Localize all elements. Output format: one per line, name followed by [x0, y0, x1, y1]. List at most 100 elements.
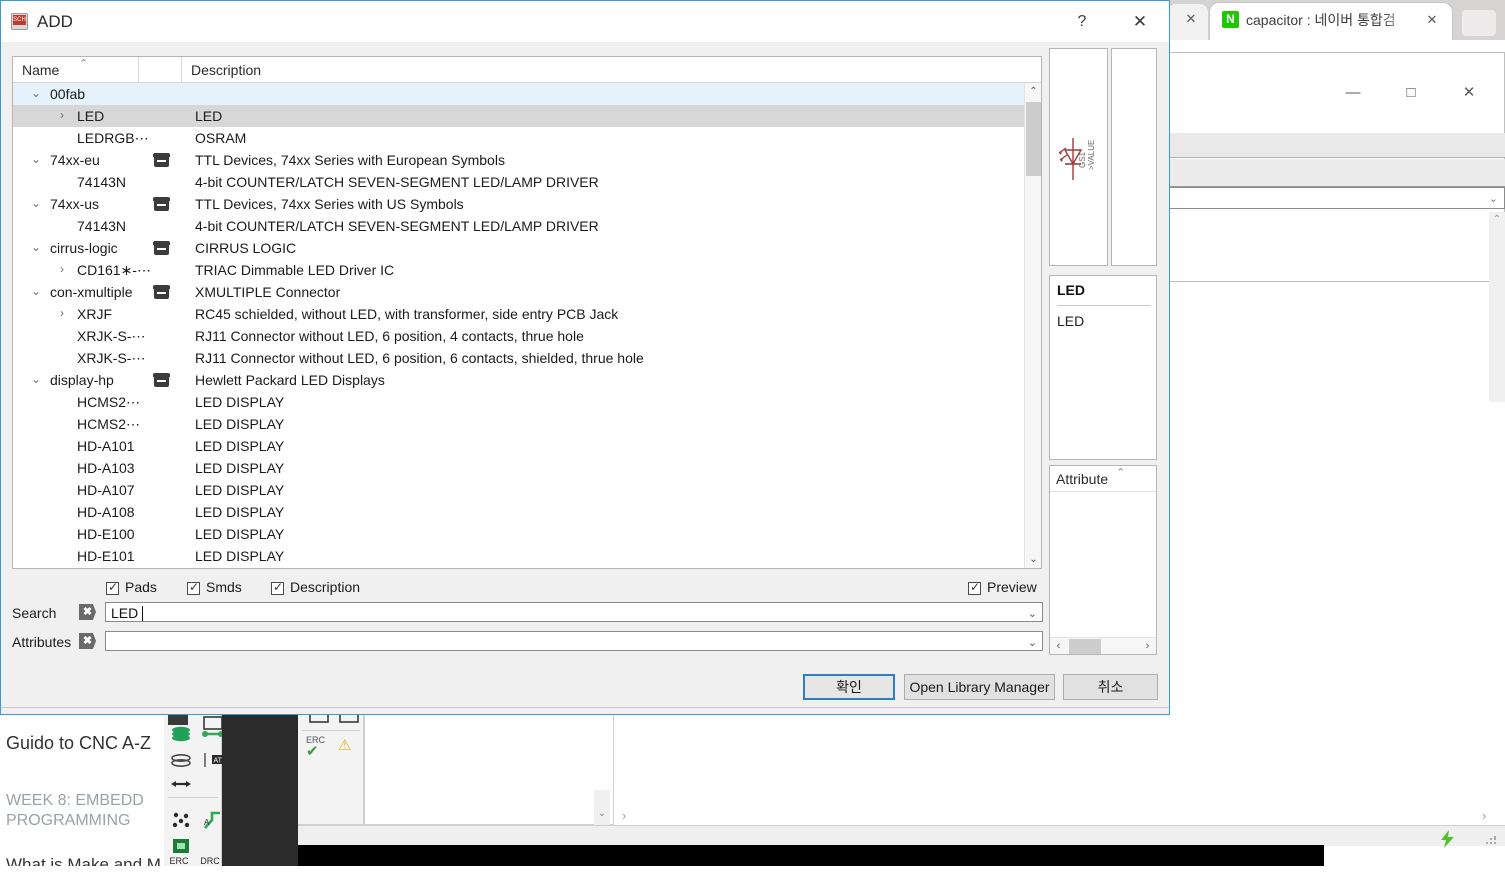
tree-item-description: OSRAM [195, 130, 246, 146]
ok-button[interactable]: 확인 [803, 674, 895, 700]
table-row[interactable]: ›XRJFRC45 schielded, without LED, with t… [13, 303, 1025, 325]
chevron-up-icon[interactable]: ⌃ [1025, 83, 1042, 100]
clear-attributes-button[interactable]: ✖ [79, 633, 96, 649]
cancel-button[interactable]: 취소 [1063, 674, 1158, 700]
background-subheading-2: PROGRAMMING [6, 812, 130, 830]
tree-item-name: HD-E100 [77, 526, 135, 542]
table-row[interactable]: LEDRGB⋯OSRAM [13, 127, 1025, 149]
chevron-down-icon[interactable]: ⌄ [29, 196, 43, 210]
scrollbar-thumb[interactable] [1026, 102, 1041, 176]
resize-grip-icon[interactable] [1486, 836, 1498, 846]
attributes-input[interactable]: ⌄ [105, 631, 1043, 651]
chevron-down-icon[interactable]: ⌄ [1025, 551, 1042, 568]
pads-checkbox[interactable] [106, 582, 119, 595]
clear-search-button[interactable]: ✖ [79, 604, 96, 620]
table-row[interactable]: XRJK-S-⋯RJ11 Connector without LED, 6 po… [13, 325, 1025, 347]
table-row[interactable]: ⌄display-hpHewlett Packard LED Displays [13, 369, 1025, 391]
table-row[interactable]: ⌄00fab [13, 83, 1025, 105]
chevron-right-icon[interactable]: › [55, 262, 69, 276]
table-row[interactable]: HD-A108LED DISPLAY [13, 501, 1025, 523]
table-row[interactable]: XRJK-S-⋯RJ11 Connector without LED, 6 po… [13, 347, 1025, 369]
editor-canvas-left[interactable] [364, 712, 614, 825]
close-icon[interactable]: ✕ [1424, 12, 1440, 28]
table-row[interactable]: 74143N4-bit COUNTER/LATCH SEVEN-SEGMENT … [13, 215, 1025, 237]
table-row[interactable]: ›LEDLED [13, 105, 1025, 127]
scrollbar-thumb[interactable] [1069, 639, 1101, 654]
chevron-right-icon[interactable]: › [1482, 808, 1486, 823]
chevron-right-icon[interactable]: › [55, 108, 69, 122]
column-header-icon[interactable] [139, 57, 182, 82]
chevron-right-icon[interactable]: › [1139, 638, 1156, 655]
background-combobox[interactable]: ⌄ [1168, 187, 1505, 209]
tree-item-description: RC45 schielded, without LED, with transf… [195, 306, 618, 322]
ratsnest-icon[interactable] [168, 808, 194, 834]
package-preview-panel[interactable] [1111, 48, 1157, 266]
pads-label[interactable]: Pads [125, 579, 157, 595]
tree-rows-container[interactable]: ⌄00fab›LEDLEDLEDRGB⋯OSRAM⌄74xx-euTTL Dev… [13, 83, 1025, 568]
new-tab-button[interactable] [1462, 10, 1496, 36]
table-row[interactable]: HCMS2⋯LED DISPLAY [13, 413, 1025, 435]
minimize-icon[interactable]: — [1330, 78, 1376, 108]
filter-checkbox-row: Pads Smds Description Preview [1, 579, 1169, 600]
preview-label[interactable]: Preview [987, 579, 1037, 595]
layer-single-icon[interactable] [168, 748, 194, 774]
table-row[interactable]: ⌄74xx-usTTL Devices, 74xx Series with US… [13, 193, 1025, 215]
resize-horizontal-icon[interactable] [168, 772, 194, 798]
smds-checkbox[interactable] [187, 582, 200, 595]
table-row[interactable]: HD-A103LED DISPLAY [13, 457, 1025, 479]
chevron-down-icon[interactable]: ⌄ [29, 152, 43, 166]
search-input[interactable]: LED ⌄ [105, 602, 1043, 622]
library-tree[interactable]: Name ⌃ Description ⌄00fab›LEDLEDLEDRGB⋯O… [12, 56, 1042, 569]
background-vertical-scrollbar[interactable] [1489, 212, 1505, 402]
check-icon[interactable]: ✔ [306, 742, 319, 760]
attribute-column-header[interactable]: Attribute ⌃ [1050, 466, 1156, 492]
tree-item-description: LED DISPLAY [195, 504, 284, 520]
chevron-left-icon[interactable]: ‹ [1050, 638, 1067, 655]
table-row[interactable]: HD-E100LED DISPLAY [13, 523, 1025, 545]
close-icon[interactable]: ✕ [1184, 12, 1198, 26]
description-panel[interactable]: LED LED [1049, 275, 1157, 460]
chevron-down-icon[interactable]: ⌄ [29, 372, 43, 386]
table-row[interactable]: 74143N4-bit COUNTER/LATCH SEVEN-SEGMENT … [13, 171, 1025, 193]
chevron-down-icon[interactable]: ⌄ [1489, 192, 1498, 205]
attribute-horizontal-scrollbar[interactable]: ‹ › [1050, 637, 1156, 654]
dialog-titlebar[interactable] [1, 1, 1169, 42]
maximize-icon[interactable]: □ [1388, 78, 1434, 108]
layers-stack-icon[interactable] [168, 722, 194, 748]
tree-vertical-scrollbar[interactable]: ⌃ ⌄ [1024, 83, 1041, 568]
table-row[interactable]: ⌄con-xmultipleXMULTIPLE Connector [13, 281, 1025, 303]
chevron-down-icon[interactable]: ⌄ [1028, 636, 1037, 649]
tree-item-name: 74xx-us [50, 196, 99, 212]
table-row[interactable]: HCMS2⋯LED DISPLAY [13, 391, 1025, 413]
help-icon[interactable]: ? [1059, 7, 1105, 37]
smds-label[interactable]: Smds [206, 579, 242, 595]
background-heading: Guido to CNC A-Z [6, 733, 151, 754]
table-row[interactable]: ⌄74xx-euTTL Devices, 74xx Series with Eu… [13, 149, 1025, 171]
chevron-down-icon[interactable]: ⌄ [29, 86, 43, 100]
warning-icon[interactable]: ⚠ [338, 736, 351, 754]
table-row[interactable]: ⌄cirrus-logicCIRRUS LOGIC [13, 237, 1025, 259]
description-label[interactable]: Description [290, 579, 360, 595]
table-row[interactable]: HD-E101LED DISPLAY [13, 545, 1025, 567]
close-icon[interactable]: ✕ [1117, 7, 1163, 37]
table-row[interactable]: HD-A101LED DISPLAY [13, 435, 1025, 457]
chevron-down-icon[interactable]: ⌄ [1028, 607, 1037, 620]
table-row[interactable]: ›CD161∗-⋯TRIAC Dimmable LED Driver IC [13, 259, 1025, 281]
tree-item-description: LED DISPLAY [195, 438, 284, 454]
library-icon [153, 197, 170, 211]
chevron-down-icon[interactable]: ⌄ [29, 240, 43, 254]
description-checkbox[interactable] [271, 582, 284, 595]
chevron-right-icon[interactable]: › [622, 808, 626, 823]
preview-checkbox[interactable] [968, 582, 981, 595]
chevron-right-icon[interactable]: › [55, 306, 69, 320]
table-row[interactable]: HD-A107LED DISPLAY [13, 479, 1025, 501]
chevron-up-icon[interactable]: ⌃ [1489, 212, 1505, 228]
column-header-name[interactable]: Name ⌃ [13, 57, 139, 82]
column-header-description[interactable]: Description [182, 57, 1022, 82]
chevron-down-icon[interactable]: ⌄ [29, 284, 43, 298]
open-library-manager-button[interactable]: Open Library Manager [904, 674, 1055, 700]
close-icon[interactable]: ✕ [1446, 78, 1492, 108]
attribute-panel[interactable]: Attribute ⌃ ‹ › [1049, 465, 1157, 655]
chevron-down-icon[interactable]: ⌄ [594, 806, 610, 822]
library-icon [153, 285, 170, 299]
